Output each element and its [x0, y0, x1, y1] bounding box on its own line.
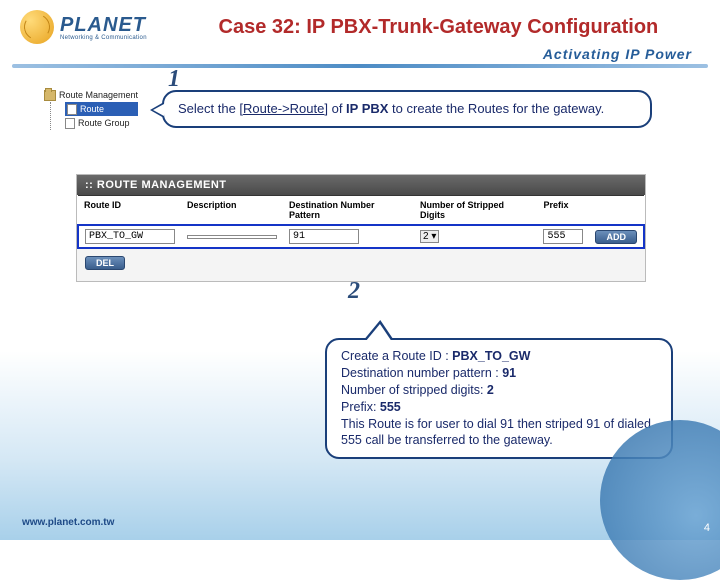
- slide-header: PLANET Networking & Communication Case 3…: [0, 0, 720, 44]
- globe-icon: [20, 10, 54, 44]
- callout-link: Route->Route: [243, 101, 324, 116]
- col-action: [589, 196, 644, 226]
- prefix-input[interactable]: 555: [543, 229, 583, 244]
- col-stripped-digits: Number of Stripped Digits: [414, 196, 537, 226]
- folder-icon: [44, 90, 56, 101]
- c2-bold: 2: [487, 383, 494, 397]
- page-icon: [65, 118, 75, 129]
- brand-logo: PLANET Networking & Communication: [20, 10, 147, 44]
- route-table: Route ID Description Destination Number …: [77, 195, 645, 249]
- table-header-row: Route ID Description Destination Number …: [78, 196, 644, 226]
- step-number-1: 1: [168, 66, 180, 93]
- col-route-id: Route ID: [78, 196, 181, 226]
- page-icon: [67, 104, 77, 115]
- page-number: 4: [704, 522, 710, 534]
- c2-text: Number of stripped digits:: [341, 383, 487, 397]
- table-row: PBX_TO_GW 91 2 ▾ 555 ADD: [78, 225, 644, 248]
- dest-pattern-input[interactable]: 91: [289, 229, 359, 244]
- stripped-digits-select[interactable]: 2 ▾: [420, 230, 439, 243]
- route-id-input[interactable]: PBX_TO_GW: [85, 229, 175, 244]
- tree-root[interactable]: Route Management: [44, 88, 138, 102]
- route-management-panel: :: ROUTE MANAGEMENT Route ID Description…: [76, 174, 646, 282]
- footer-url: www.planet.com.tw: [22, 517, 114, 528]
- callout-text: Select the [: [178, 101, 243, 116]
- tree-item-label: Route: [80, 102, 104, 116]
- nav-tree: Route Management Route Route Group: [44, 88, 138, 130]
- brand-name: PLANET: [60, 14, 147, 37]
- c2-text: Prefix:: [341, 400, 380, 414]
- tree-item-route[interactable]: Route: [65, 102, 138, 116]
- callout-text: ] of: [324, 101, 346, 116]
- col-description: Description: [181, 196, 283, 226]
- del-button[interactable]: DEL: [85, 256, 125, 270]
- slide-title: Case 32: IP PBX-Trunk-Gateway Configurat…: [177, 16, 700, 39]
- callout-text: to create the Routes for the gateway.: [388, 101, 604, 116]
- tree-item-route-group[interactable]: Route Group: [65, 116, 138, 130]
- tree-root-label: Route Management: [59, 88, 138, 102]
- panel-title: :: ROUTE MANAGEMENT: [77, 175, 645, 195]
- add-button[interactable]: ADD: [595, 230, 637, 244]
- col-prefix: Prefix: [537, 196, 589, 226]
- c2-bold: PBX_TO_GW: [452, 349, 530, 363]
- c2-text: Create a Route ID :: [341, 349, 452, 363]
- callout-step-2: Create a Route ID : PBX_TO_GW Destinatio…: [325, 338, 673, 459]
- callout-step-1: Select the [Route->Route] of IP PBX to c…: [162, 90, 652, 128]
- callout-bold: IP PBX: [346, 101, 388, 116]
- c2-text: This Route is for user to dial 91 then s…: [341, 416, 657, 450]
- col-dest-pattern: Destination Number Pattern: [283, 196, 414, 226]
- step-number-2: 2: [348, 278, 360, 305]
- tree-item-label: Route Group: [78, 116, 130, 130]
- c2-bold: 555: [380, 400, 401, 414]
- slide-subtitle: Activating IP Power: [0, 44, 720, 62]
- c2-bold: 91: [502, 366, 516, 380]
- description-input[interactable]: [187, 235, 277, 239]
- c2-text: Destination number pattern :: [341, 366, 502, 380]
- brand-tagline: Networking & Communication: [60, 35, 147, 41]
